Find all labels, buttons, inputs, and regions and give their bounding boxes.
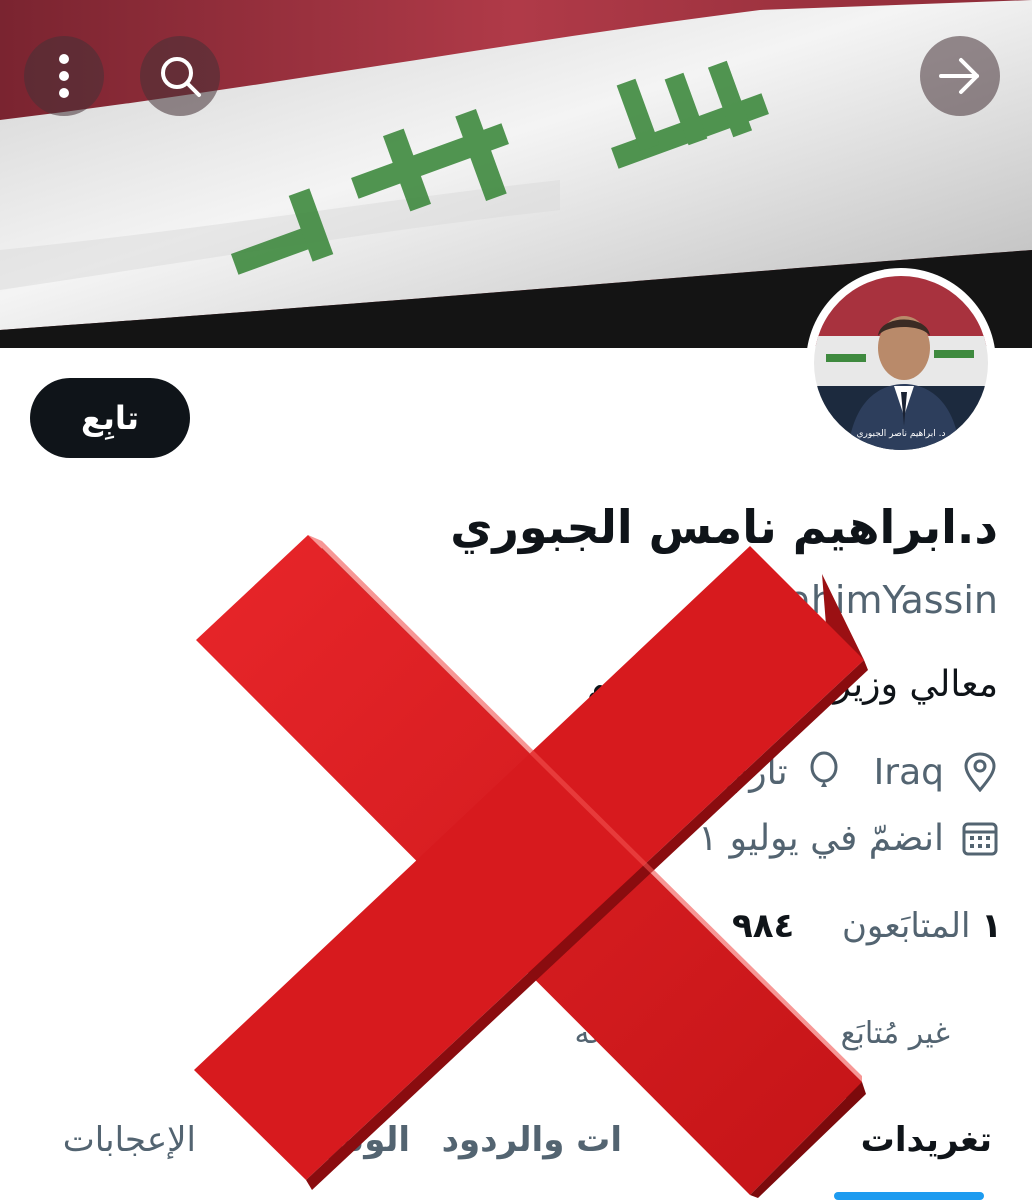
joined-year-fragment: ١ [698,817,718,859]
profile-photo: د. ابراهيم ناصر الجبوري [814,276,988,450]
joined-text: انضمّ في يوليو [729,817,944,859]
profile-handle[interactable]: @IbrahimYassin [699,578,998,622]
profile-stats: ١ المتابَعون ٩٨٤ [732,906,1002,946]
more-vertical-icon [59,54,69,98]
tab-tweets-and-replies[interactable]: ات والردود [442,1120,622,1160]
tab-likes[interactable]: الإعجابات [63,1120,196,1160]
birth-date-text: تاري [721,751,788,793]
not-followed-end: ن تتابعه [574,1016,672,1051]
balloon-icon [802,750,846,794]
profile-meta-location: Iraq تاري [721,750,1002,794]
calendar-icon [958,816,1002,860]
more-button[interactable] [24,36,104,116]
avatar[interactable]: د. ابراهيم ناصر الجبوري [806,268,996,458]
active-tab-indicator [834,1192,984,1200]
follow-button[interactable]: تابِع [30,378,190,458]
profile-name: د.ابراهيم نامس الجبوري [450,500,998,554]
profile-meta-joined: انضمّ في يوليو ١ [698,816,1002,860]
search-icon [161,57,201,97]
followers-label: المتابَعون [841,906,971,946]
search-button[interactable] [140,36,220,116]
avatar-caption: د. ابراهيم ناصر الجبوري [856,429,945,439]
back-button[interactable] [920,36,1000,116]
profile-tabs: تغريدات ات والردود الوس الإعجابات [0,1106,1032,1200]
profile-bio: معالي وزير ابراهيم [587,664,998,705]
bio-start: معالي وزير [833,664,998,705]
arrow-right-icon [939,58,979,94]
bio-end: ابراهيم [586,664,691,705]
followed-by-note: غير مُتابَع ن تتابعه [574,1016,950,1051]
location-pin-icon [958,750,1002,794]
not-followed-start: غير مُتابَع [840,1016,950,1051]
followers-link[interactable]: ١ المتابَعون [842,906,1002,946]
tab-tweets[interactable]: تغريدات [861,1120,992,1160]
tab-media[interactable]: الوس [317,1120,410,1160]
following-link[interactable]: ٩٨٤ [732,906,794,946]
followers-count: ١ [981,906,1002,946]
location-text: Iraq [873,751,944,793]
following-count: ٩٨٤ [732,906,795,946]
